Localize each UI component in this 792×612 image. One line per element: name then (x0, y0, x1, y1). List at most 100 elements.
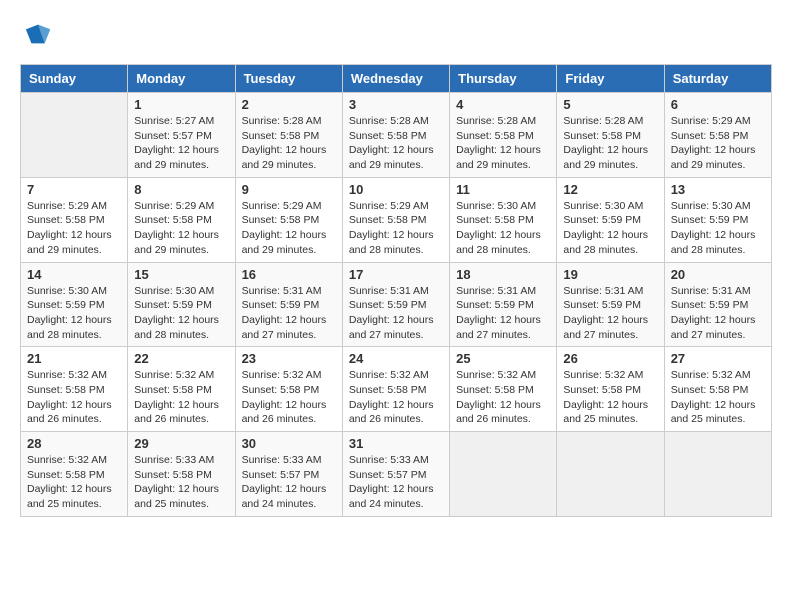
calendar-cell: 28 Sunrise: 5:32 AMSunset: 5:58 PMDayligh… (21, 432, 128, 517)
day-number: 31 (349, 436, 443, 451)
cell-content: Sunrise: 5:29 AMSunset: 5:58 PMDaylight:… (349, 199, 443, 258)
logo (20, 20, 52, 48)
day-number: 11 (456, 182, 550, 197)
calendar-week-5: 28 Sunrise: 5:32 AMSunset: 5:58 PMDayligh… (21, 432, 772, 517)
calendar-cell (664, 432, 771, 517)
day-number: 15 (134, 267, 228, 282)
calendar-header: Sunday Monday Tuesday Wednesday Thursday… (21, 65, 772, 93)
cell-content: Sunrise: 5:29 AMSunset: 5:58 PMDaylight:… (242, 199, 336, 258)
calendar-table: Sunday Monday Tuesday Wednesday Thursday… (20, 64, 772, 517)
cell-content: Sunrise: 5:32 AMSunset: 5:58 PMDaylight:… (671, 368, 765, 427)
day-number: 13 (671, 182, 765, 197)
calendar-cell: 22 Sunrise: 5:32 AMSunset: 5:58 PMDayligh… (128, 347, 235, 432)
calendar-cell: 12 Sunrise: 5:30 AMSunset: 5:59 PMDayligh… (557, 177, 664, 262)
day-number: 6 (671, 97, 765, 112)
day-number: 20 (671, 267, 765, 282)
calendar-cell: 24 Sunrise: 5:32 AMSunset: 5:58 PMDayligh… (342, 347, 449, 432)
day-number: 3 (349, 97, 443, 112)
calendar-cell: 30 Sunrise: 5:33 AMSunset: 5:57 PMDayligh… (235, 432, 342, 517)
day-number: 2 (242, 97, 336, 112)
cell-content: Sunrise: 5:30 AMSunset: 5:59 PMDaylight:… (671, 199, 765, 258)
day-number: 19 (563, 267, 657, 282)
calendar-cell: 26Sunrise: 5:32 AMSunset: 5:58 PMDayligh… (557, 347, 664, 432)
day-number: 5 (563, 97, 657, 112)
cell-content: Sunrise: 5:32 AMSunset: 5:58 PMDaylight:… (349, 368, 443, 427)
day-number: 28 (27, 436, 121, 451)
cell-content: Sunrise: 5:29 AMSunset: 5:58 PMDaylight:… (671, 114, 765, 173)
day-number: 25 (456, 351, 550, 366)
day-number: 30 (242, 436, 336, 451)
calendar-cell: 31 Sunrise: 5:33 AMSunset: 5:57 PMDayligh… (342, 432, 449, 517)
cell-content: Sunrise: 5:28 AMSunset: 5:58 PMDaylight:… (242, 114, 336, 173)
day-number: 10 (349, 182, 443, 197)
col-friday: Friday (557, 65, 664, 93)
day-number: 16 (242, 267, 336, 282)
cell-content: Sunrise: 5:32 AMSunset: 5:58 PMDaylight:… (456, 368, 550, 427)
calendar-cell: 10 Sunrise: 5:29 AMSunset: 5:58 PMDayligh… (342, 177, 449, 262)
day-number: 14 (27, 267, 121, 282)
header (20, 20, 772, 48)
calendar-cell: 11 Sunrise: 5:30 AMSunset: 5:58 PMDayligh… (450, 177, 557, 262)
day-number: 17 (349, 267, 443, 282)
cell-content: Sunrise: 5:29 AMSunset: 5:58 PMDaylight:… (27, 199, 121, 258)
calendar-cell: 2 Sunrise: 5:28 AMSunset: 5:58 PMDaylight… (235, 93, 342, 178)
cell-content: Sunrise: 5:27 AMSunset: 5:57 PMDaylight:… (134, 114, 228, 173)
logo-icon (24, 20, 52, 48)
day-number: 18 (456, 267, 550, 282)
cell-content: Sunrise: 5:32 AMSunset: 5:58 PMDaylight:… (27, 368, 121, 427)
calendar-cell: 5 Sunrise: 5:28 AMSunset: 5:58 PMDaylight… (557, 93, 664, 178)
cell-content: Sunrise: 5:29 AMSunset: 5:58 PMDaylight:… (134, 199, 228, 258)
calendar-week-3: 14Sunrise: 5:30 AMSunset: 5:59 PMDayligh… (21, 262, 772, 347)
cell-content: Sunrise: 5:28 AMSunset: 5:58 PMDaylight:… (563, 114, 657, 173)
calendar-cell: 8 Sunrise: 5:29 AMSunset: 5:58 PMDaylight… (128, 177, 235, 262)
calendar-cell: 15Sunrise: 5:30 AMSunset: 5:59 PMDayligh… (128, 262, 235, 347)
day-number: 23 (242, 351, 336, 366)
calendar-cell: 20 Sunrise: 5:31 AMSunset: 5:59 PMDayligh… (664, 262, 771, 347)
cell-content: Sunrise: 5:30 AMSunset: 5:59 PMDaylight:… (563, 199, 657, 258)
day-number: 8 (134, 182, 228, 197)
calendar-cell: 9 Sunrise: 5:29 AMSunset: 5:58 PMDaylight… (235, 177, 342, 262)
calendar-cell: 18 Sunrise: 5:31 AMSunset: 5:59 PMDayligh… (450, 262, 557, 347)
day-number: 9 (242, 182, 336, 197)
cell-content: Sunrise: 5:33 AMSunset: 5:57 PMDaylight:… (242, 453, 336, 512)
day-number: 29 (134, 436, 228, 451)
calendar-week-2: 7 Sunrise: 5:29 AMSunset: 5:58 PMDaylight… (21, 177, 772, 262)
calendar-cell: 21Sunrise: 5:32 AMSunset: 5:58 PMDayligh… (21, 347, 128, 432)
day-number: 24 (349, 351, 443, 366)
calendar-cell (557, 432, 664, 517)
cell-content: Sunrise: 5:28 AMSunset: 5:58 PMDaylight:… (456, 114, 550, 173)
day-number: 27 (671, 351, 765, 366)
calendar-cell: 17Sunrise: 5:31 AMSunset: 5:59 PMDayligh… (342, 262, 449, 347)
day-number: 7 (27, 182, 121, 197)
day-number: 22 (134, 351, 228, 366)
cell-content: Sunrise: 5:31 AMSunset: 5:59 PMDaylight:… (456, 284, 550, 343)
cell-content: Sunrise: 5:31 AMSunset: 5:59 PMDaylight:… (671, 284, 765, 343)
cell-content: Sunrise: 5:33 AMSunset: 5:57 PMDaylight:… (349, 453, 443, 512)
cell-content: Sunrise: 5:30 AMSunset: 5:58 PMDaylight:… (456, 199, 550, 258)
col-monday: Monday (128, 65, 235, 93)
calendar-cell: 7 Sunrise: 5:29 AMSunset: 5:58 PMDaylight… (21, 177, 128, 262)
calendar-cell (450, 432, 557, 517)
col-saturday: Saturday (664, 65, 771, 93)
cell-content: Sunrise: 5:33 AMSunset: 5:58 PMDaylight:… (134, 453, 228, 512)
col-tuesday: Tuesday (235, 65, 342, 93)
calendar-cell: 29 Sunrise: 5:33 AMSunset: 5:58 PMDayligh… (128, 432, 235, 517)
col-sunday: Sunday (21, 65, 128, 93)
cell-content: Sunrise: 5:31 AMSunset: 5:59 PMDaylight:… (563, 284, 657, 343)
day-number: 4 (456, 97, 550, 112)
calendar-cell (21, 93, 128, 178)
col-thursday: Thursday (450, 65, 557, 93)
calendar-cell: 4 Sunrise: 5:28 AMSunset: 5:58 PMDaylight… (450, 93, 557, 178)
cell-content: Sunrise: 5:32 AMSunset: 5:58 PMDaylight:… (27, 453, 121, 512)
cell-content: Sunrise: 5:31 AMSunset: 5:59 PMDaylight:… (242, 284, 336, 343)
calendar-cell: 13 Sunrise: 5:30 AMSunset: 5:59 PMDayligh… (664, 177, 771, 262)
calendar-cell: 25 Sunrise: 5:32 AMSunset: 5:58 PMDayligh… (450, 347, 557, 432)
header-row: Sunday Monday Tuesday Wednesday Thursday… (21, 65, 772, 93)
col-wednesday: Wednesday (342, 65, 449, 93)
day-number: 12 (563, 182, 657, 197)
calendar-cell: 6 Sunrise: 5:29 AMSunset: 5:58 PMDaylight… (664, 93, 771, 178)
cell-content: Sunrise: 5:32 AMSunset: 5:58 PMDaylight:… (134, 368, 228, 427)
cell-content: Sunrise: 5:32 AMSunset: 5:58 PMDaylight:… (242, 368, 336, 427)
calendar-body: 1Sunrise: 5:27 AMSunset: 5:57 PMDaylight… (21, 93, 772, 517)
calendar-cell: 3Sunrise: 5:28 AMSunset: 5:58 PMDaylight… (342, 93, 449, 178)
